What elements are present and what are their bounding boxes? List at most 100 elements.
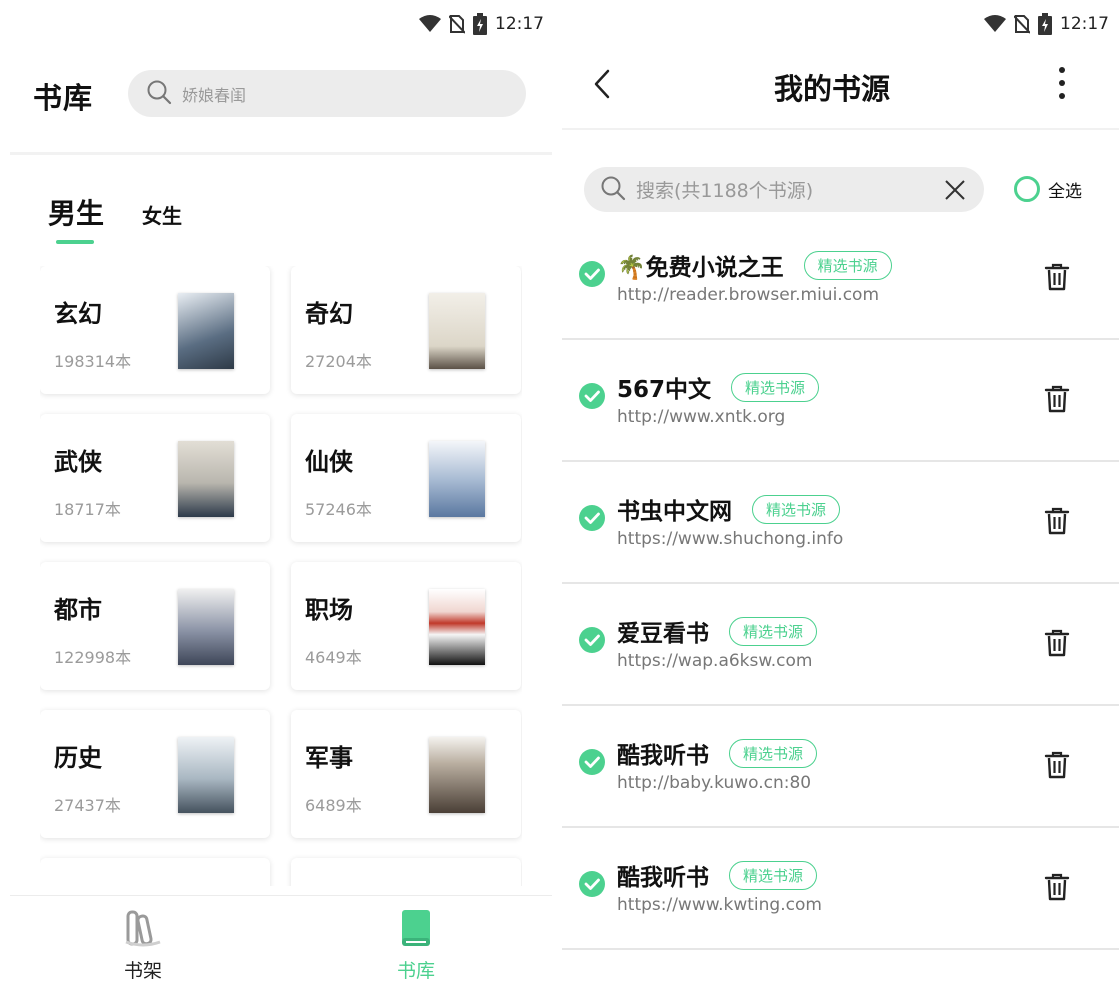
radio-icon xyxy=(1014,176,1040,202)
source-row[interactable]: 酷我听书 精选书源 https://www.kwting.com xyxy=(562,828,1119,950)
select-all-label: 全选 xyxy=(1048,181,1082,202)
tab-male[interactable]: 男生 xyxy=(48,192,105,244)
category-name: 奇幻 xyxy=(305,300,353,328)
tab-female[interactable]: 女生 xyxy=(142,200,182,232)
status-time: 12:17 xyxy=(1060,14,1109,34)
no-sim-icon xyxy=(449,14,465,34)
library-header: 书库 娇娘春闺 xyxy=(0,62,560,126)
category-card-zhichang[interactable]: 职场 4649本 xyxy=(291,562,521,690)
category-card-dushi[interactable]: 都市 122998本 xyxy=(40,562,270,690)
nav-library[interactable]: 书库 xyxy=(376,908,456,983)
battery-charging-icon xyxy=(473,13,487,35)
category-card-xianxia[interactable]: 仙侠 57246本 xyxy=(291,414,521,542)
library-screen: 12:17 书库 娇娘春闺 男生 女生 玄幻 198314本 奇幻 27204本… xyxy=(0,0,560,993)
nav-bookshelf[interactable]: 书架 xyxy=(103,908,183,983)
featured-badge: 精选书源 xyxy=(729,860,818,890)
book-cover-front xyxy=(429,293,485,369)
trash-icon[interactable] xyxy=(1044,751,1070,783)
source-row[interactable]: 酷我听书 精选书源 http://baby.kuwo.cn:80 xyxy=(562,706,1119,828)
category-count: 198314本 xyxy=(54,352,132,371)
book-cover-front xyxy=(178,441,234,517)
status-time: 12:17 xyxy=(495,14,544,34)
category-card-lishi[interactable]: 历史 27437本 xyxy=(40,710,270,838)
source-row[interactable]: 爱豆看书 精选书源 https://wap.a6ksw.com xyxy=(562,584,1119,706)
wifi-icon xyxy=(419,15,441,33)
book-cover-front xyxy=(178,737,234,813)
source-url: http://www.xntk.org xyxy=(617,407,786,427)
trash-icon[interactable] xyxy=(1044,385,1070,417)
search-placeholder: 搜索(共1188个书源) xyxy=(636,180,814,202)
category-card-xuanhuan[interactable]: 玄幻 198314本 xyxy=(40,266,270,394)
status-bar: 12:17 xyxy=(419,0,544,48)
trash-icon[interactable] xyxy=(1044,507,1070,539)
source-title-line: 酷我听书 精选书源 xyxy=(617,736,818,770)
category-card-qihuan[interactable]: 奇幻 27204本 xyxy=(291,266,521,394)
nav-library-label: 书库 xyxy=(396,960,435,982)
tab-female-label: 女生 xyxy=(142,204,183,228)
category-card-junshi[interactable]: 军事 6489本 xyxy=(291,710,521,838)
battery-charging-icon xyxy=(1038,13,1052,35)
trash-icon[interactable] xyxy=(1044,263,1070,295)
book-icon xyxy=(396,910,436,952)
check-circle-icon[interactable] xyxy=(578,382,606,414)
source-search-input[interactable]: 搜索(共1188个书源) xyxy=(584,167,984,212)
category-card-partial[interactable] xyxy=(291,858,521,886)
category-count: 4649本 xyxy=(305,648,362,667)
source-name: 酷我听书 xyxy=(617,865,709,891)
bookshelf-icon xyxy=(123,910,163,952)
source-name: 爱豆看书 xyxy=(617,621,709,647)
search-icon xyxy=(600,175,626,205)
category-name: 玄幻 xyxy=(54,300,102,328)
check-circle-icon[interactable] xyxy=(578,504,606,536)
sources-header: 我的书源 xyxy=(562,48,1119,130)
check-circle-icon[interactable] xyxy=(578,626,606,658)
source-url: https://www.kwting.com xyxy=(617,895,822,915)
header-divider xyxy=(10,152,552,155)
category-count: 18717本 xyxy=(54,500,121,519)
wifi-icon xyxy=(984,15,1006,33)
source-title-line: 567中文 精选书源 xyxy=(617,370,820,404)
search-placeholder: 娇娘春闺 xyxy=(182,85,247,105)
source-name: 书虫中文网 xyxy=(617,499,732,525)
source-row[interactable]: 书虫中文网 精选书源 https://www.shuchong.info xyxy=(562,462,1119,584)
trash-icon[interactable] xyxy=(1044,629,1070,661)
featured-badge: 精选书源 xyxy=(752,494,841,524)
source-row[interactable]: 567中文 精选书源 http://www.xntk.org xyxy=(562,340,1119,462)
featured-badge: 精选书源 xyxy=(729,738,818,768)
source-url: https://wap.a6ksw.com xyxy=(617,651,813,671)
category-name: 仙侠 xyxy=(305,448,353,476)
source-name: 酷我听书 xyxy=(617,743,709,769)
bottom-navigation: 书架 书库 xyxy=(10,895,552,993)
search-icon xyxy=(146,79,172,109)
check-circle-icon[interactable] xyxy=(578,870,606,902)
search-input[interactable]: 娇娘春闺 xyxy=(128,70,526,117)
featured-badge: 精选书源 xyxy=(731,372,820,402)
book-cover-front xyxy=(429,441,485,517)
trash-icon[interactable] xyxy=(1044,873,1070,905)
source-title-line: 🌴免费小说之王 精选书源 xyxy=(617,248,892,282)
tab-male-label: 男生 xyxy=(48,197,105,230)
category-card-wuxia[interactable]: 武侠 18717本 xyxy=(40,414,270,542)
category-card-partial[interactable] xyxy=(40,858,270,886)
category-name: 都市 xyxy=(54,596,102,624)
category-name: 职场 xyxy=(305,596,353,624)
source-title-line: 爱豆看书 精选书源 xyxy=(617,614,818,648)
close-icon[interactable] xyxy=(944,179,966,205)
category-name: 历史 xyxy=(54,744,102,772)
source-row[interactable]: 🌴免费小说之王 精选书源 http://reader.browser.miui.… xyxy=(562,218,1119,340)
check-circle-icon[interactable] xyxy=(578,748,606,780)
more-options-button[interactable] xyxy=(1058,66,1066,104)
source-name: 567中文 xyxy=(617,377,712,403)
featured-badge: 精选书源 xyxy=(803,250,892,280)
featured-badge: 精选书源 xyxy=(729,616,818,646)
no-sim-icon xyxy=(1014,14,1030,34)
select-all-toggle[interactable]: 全选 xyxy=(1014,176,1082,202)
page-title: 书库 xyxy=(33,81,94,115)
source-name: 🌴免费小说之王 xyxy=(617,255,784,281)
more-vertical-icon xyxy=(1058,67,1066,104)
category-grid: 玄幻 198314本 奇幻 27204本 武侠 18717本 仙侠 57246本… xyxy=(40,266,522,886)
check-circle-icon[interactable] xyxy=(578,260,606,292)
category-count: 57246本 xyxy=(305,500,372,519)
category-count: 27204本 xyxy=(305,352,372,371)
page-title: 我的书源 xyxy=(773,72,890,106)
